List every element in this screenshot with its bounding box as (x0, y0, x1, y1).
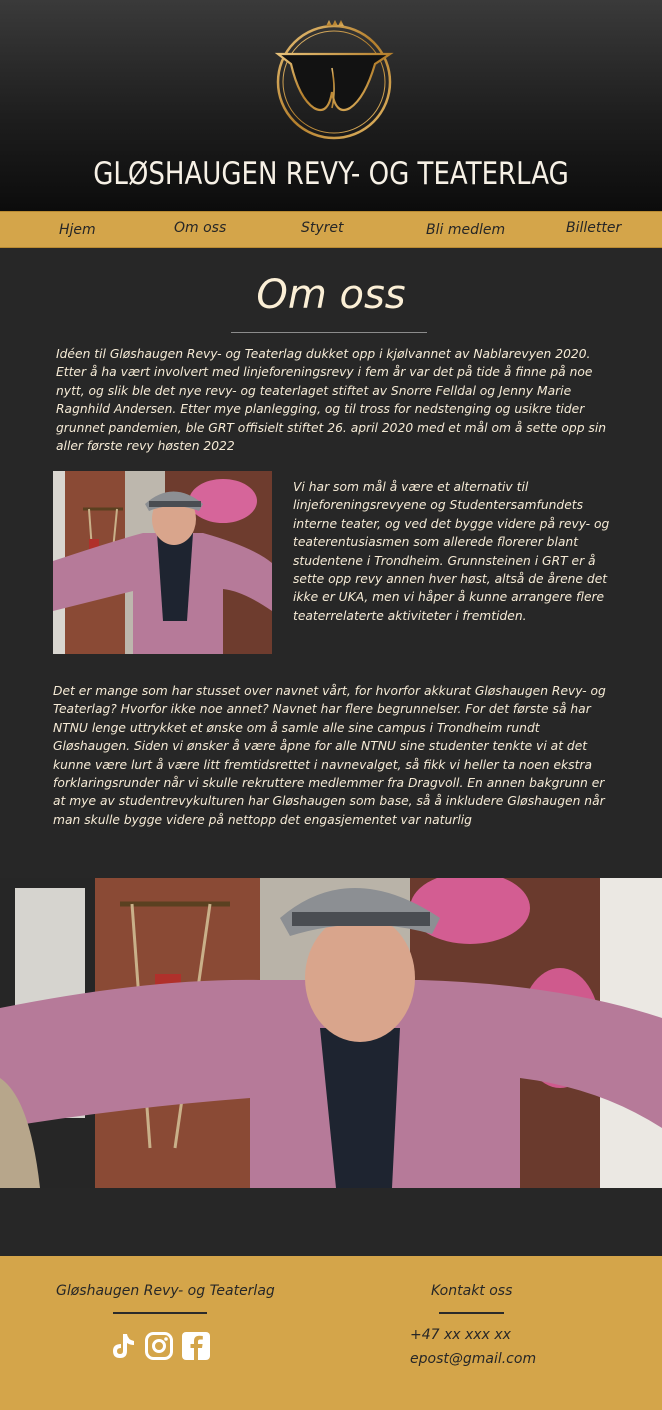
member-photo-small (53, 471, 272, 654)
nav-item-styret[interactable]: Styret (301, 220, 344, 236)
title-divider (231, 332, 427, 333)
member-photo-large (0, 878, 662, 1188)
site-title: GLØSHAUGEN REVY- OG TEATERLAG (93, 156, 569, 192)
footer-phone: +47 xx xxx xx (410, 1327, 511, 1343)
footer-org-title: Gløshaugen Revy- og Teaterlag (56, 1283, 275, 1299)
footer-email[interactable]: epost@gmail.com (410, 1351, 536, 1367)
nav-item-hjem[interactable]: Hjem (59, 222, 96, 238)
footer-org-divider (113, 1312, 207, 1314)
site-header: GLØSHAUGEN REVY- OG TEATERLAG (0, 0, 662, 211)
page-title: Om oss (256, 272, 406, 318)
nav-item-om-oss[interactable]: Om oss (174, 220, 226, 236)
intro-paragraph: Idéen til Gløshaugen Revy- og Teaterlag … (56, 347, 607, 454)
name-origin-paragraph: Det er mange som har stusset over navnet… (53, 684, 606, 827)
crown-ring-logo-icon[interactable] (272, 18, 396, 142)
tiktok-icon[interactable] (107, 1331, 137, 1361)
goal-paragraph: Vi har som mål å være et alternativ til … (293, 480, 610, 623)
nav-item-billetter[interactable]: Billetter (566, 220, 621, 236)
main-navigation: Hjem Om oss Styret Bli medlem Billetter (0, 211, 662, 248)
footer-contact-divider (439, 1312, 504, 1314)
instagram-icon[interactable] (144, 1331, 174, 1361)
nav-item-bli-medlem[interactable]: Bli medlem (426, 222, 505, 238)
footer-contact-title: Kontakt oss (431, 1283, 513, 1299)
facebook-icon[interactable] (181, 1331, 211, 1361)
site-footer: Gløshaugen Revy- og Teaterlag Kontakt os… (0, 1256, 662, 1410)
